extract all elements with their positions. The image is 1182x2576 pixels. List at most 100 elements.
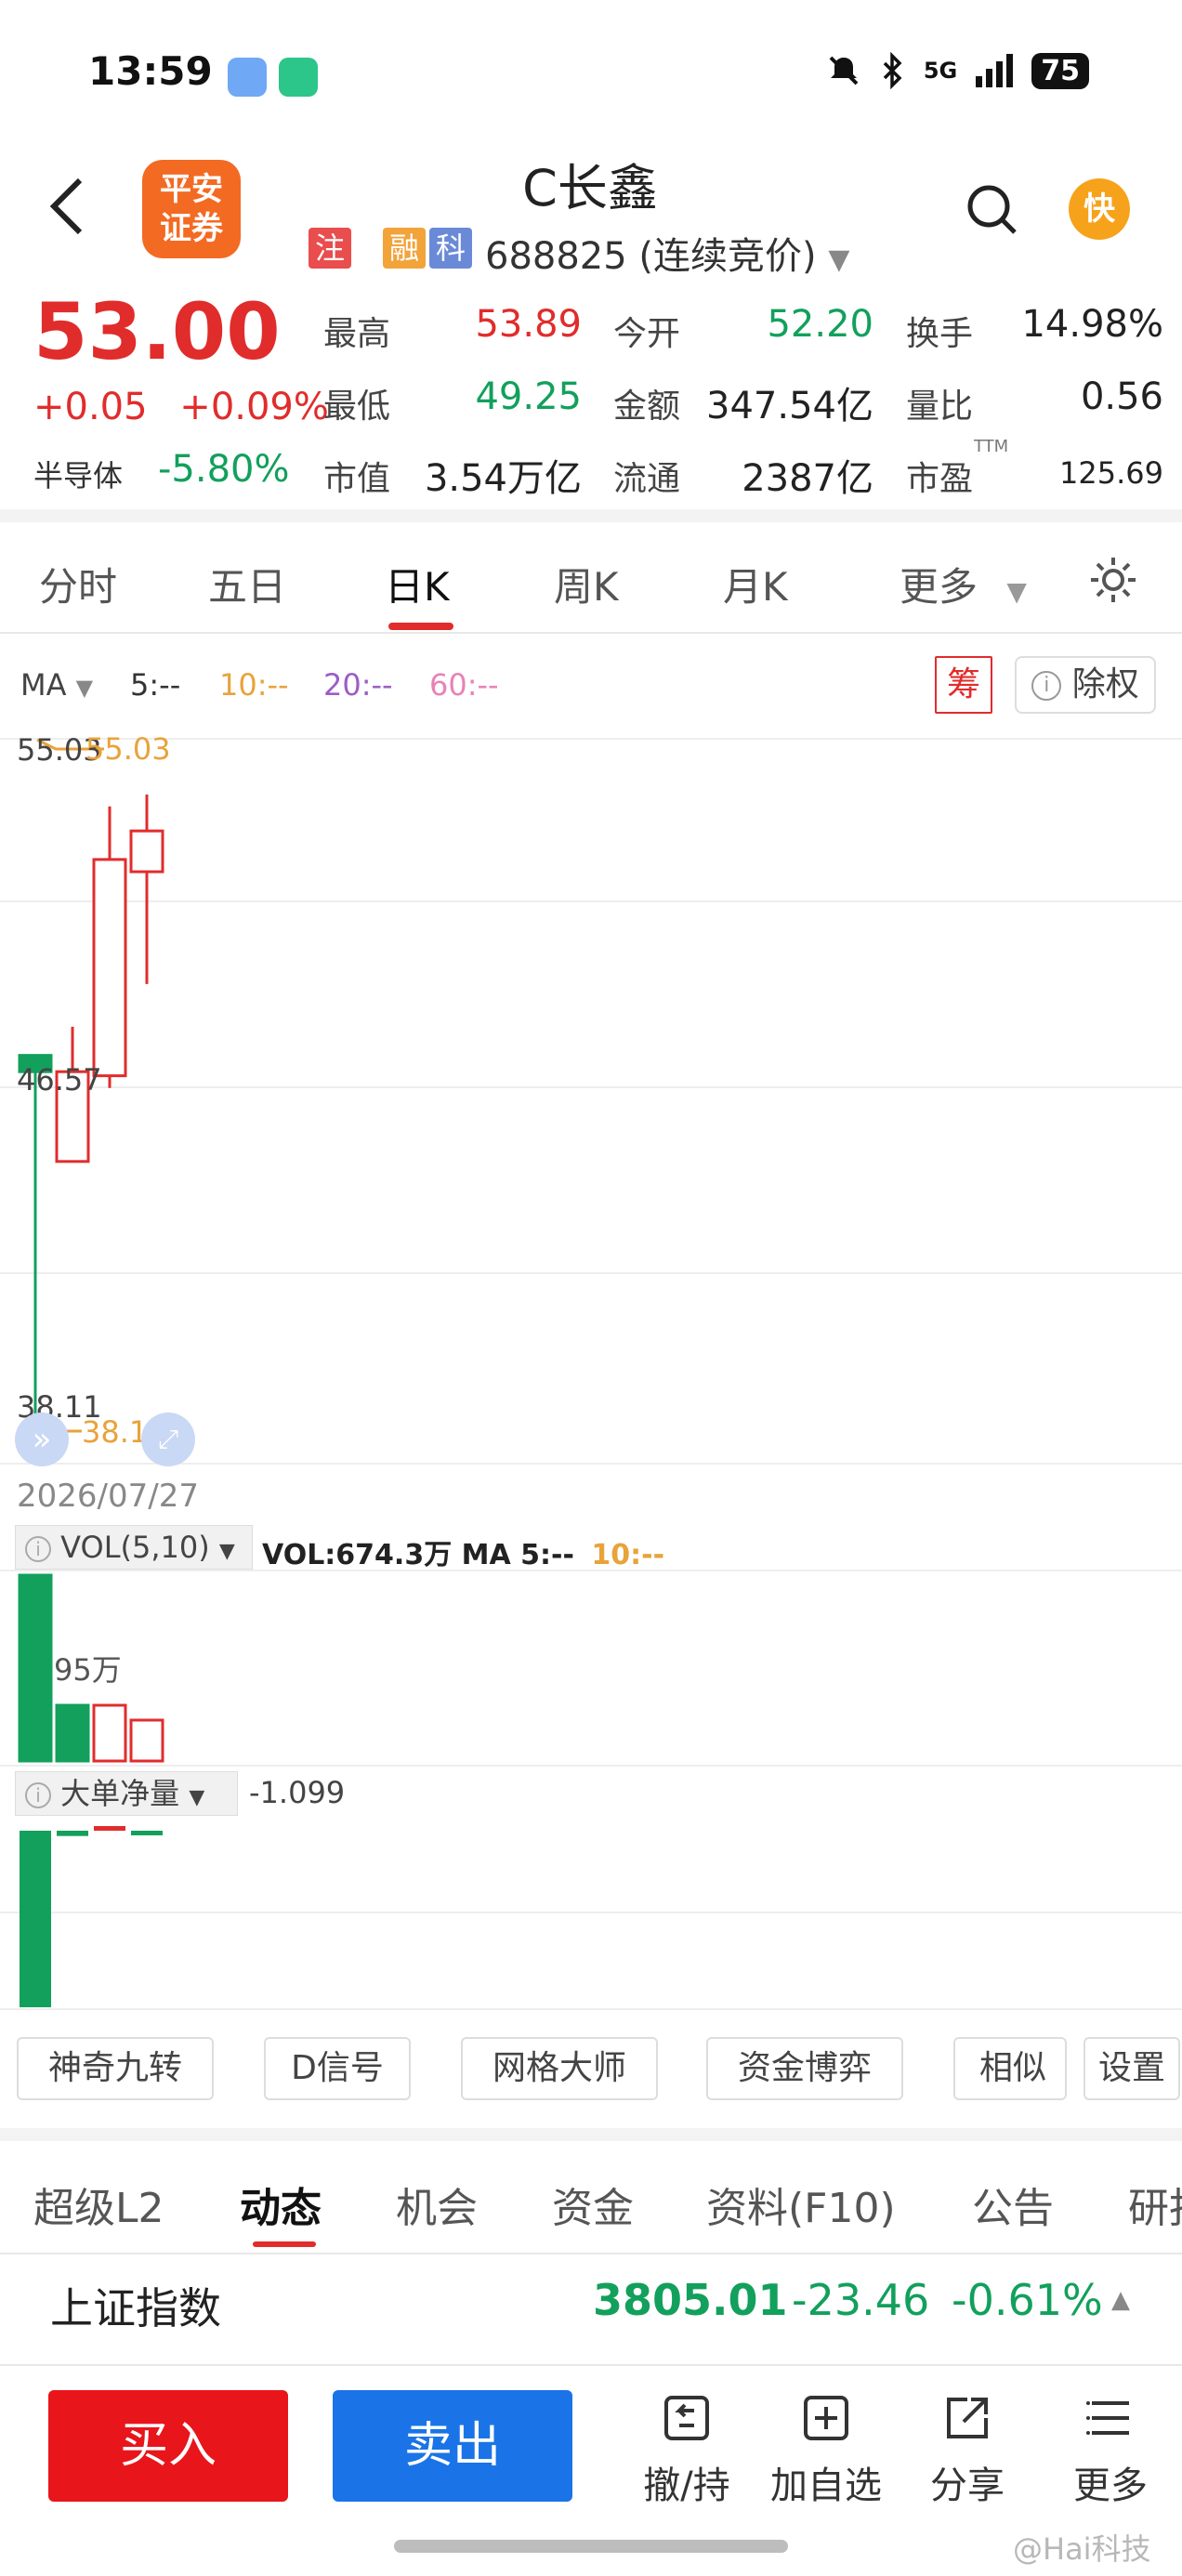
tool-button[interactable]: D信号 bbox=[264, 2037, 411, 2100]
menu-icon bbox=[1086, 2401, 1129, 2435]
tool-button[interactable]: 相似K bbox=[953, 2037, 1067, 2100]
flow-layer bbox=[20, 1826, 163, 2007]
tab-rik[interactable]: 日K bbox=[385, 556, 450, 612]
expand-left-button[interactable]: » bbox=[15, 1413, 69, 1466]
tab-level2[interactable]: 超级L2 bbox=[33, 2175, 164, 2234]
chevron-down-icon: ▼ bbox=[218, 1540, 235, 1563]
y-axis-mid-label: 46.57 bbox=[17, 1062, 102, 1097]
undo-icon bbox=[664, 2396, 709, 2440]
chevron-down-icon: ▼ bbox=[75, 675, 94, 701]
chip-distribution-button[interactable]: 筹 bbox=[935, 656, 992, 714]
volume-bar bbox=[18, 1573, 53, 1763]
volume-indicator-selector[interactable]: i VOL(5,10) ▼ bbox=[15, 1525, 253, 1570]
candle-body bbox=[92, 858, 127, 1078]
bluetooth-icon bbox=[883, 52, 902, 89]
stock-code-status[interactable]: 688825 (连续竞价) ▼ bbox=[485, 226, 849, 280]
tab-yuek[interactable]: 月K bbox=[723, 556, 788, 612]
quote-label: 金额 bbox=[613, 388, 681, 426]
quote-label: 市值 bbox=[323, 460, 391, 498]
chart-date: 2026/07/27 bbox=[17, 1478, 199, 1515]
chevron-left-icon bbox=[49, 177, 83, 235]
adjust-label: 除权 bbox=[1071, 665, 1139, 703]
max-price-label: 55.03 bbox=[85, 731, 171, 767]
tab-fenshi[interactable]: 分时 bbox=[39, 556, 117, 612]
tool-settings-button[interactable]: 设置 bbox=[1084, 2037, 1180, 2100]
tab-zijin[interactable]: 资金 bbox=[552, 2175, 634, 2234]
divider bbox=[0, 632, 1182, 634]
tab-jihui[interactable]: 机会 bbox=[396, 2175, 478, 2234]
search-button[interactable] bbox=[965, 182, 1020, 238]
share-icon bbox=[947, 2398, 988, 2438]
index-name[interactable]: 上证指数 bbox=[50, 2275, 221, 2336]
ma-selector[interactable]: MA ▼ bbox=[20, 667, 93, 703]
netflow-bar bbox=[94, 1826, 125, 1831]
change-value: +0.05 bbox=[33, 386, 148, 428]
quote-label: 最低 bbox=[323, 388, 391, 426]
chevron-down-icon: ▼ bbox=[828, 243, 850, 276]
trading-status: (连续竞价) bbox=[638, 235, 817, 278]
volume-bar bbox=[55, 1703, 90, 1763]
tab-yanbao[interactable]: 研报 bbox=[1128, 2175, 1182, 2234]
chevron-down-icon: ▼ bbox=[1006, 576, 1027, 607]
tab-dongtai[interactable]: 动态 bbox=[240, 2175, 322, 2234]
share-button[interactable]: 分享 bbox=[907, 2390, 1028, 2509]
chevron-up-icon[interactable]: ▲ bbox=[1111, 2286, 1130, 2314]
index-change-percent: -0.61% bbox=[952, 2275, 1103, 2325]
tool-button[interactable]: 神奇九转 bbox=[17, 2037, 214, 2100]
divider bbox=[0, 2364, 1182, 2366]
netflow-indicator-selector[interactable]: i 大单净量 ▼ bbox=[15, 1771, 238, 1816]
adjust-button[interactable]: i 除权 bbox=[1015, 656, 1156, 714]
tool-button[interactable]: 网格大师 bbox=[461, 2037, 658, 2100]
weather-icon bbox=[228, 58, 267, 97]
tab-ziliao[interactable]: 资料(F10) bbox=[706, 2175, 896, 2234]
ma60-value: 60:-- bbox=[429, 667, 499, 703]
kuai-button[interactable]: 快 bbox=[1069, 178, 1130, 240]
volume-bar bbox=[129, 1718, 164, 1763]
tab-zhouk[interactable]: 周K bbox=[554, 556, 619, 612]
quote-value: 53.89 bbox=[475, 303, 582, 346]
volume-ma5: MA 5:-- bbox=[461, 1539, 574, 1571]
mute-icon bbox=[829, 56, 859, 85]
add-watchlist-button[interactable]: 加自选 bbox=[766, 2390, 886, 2509]
action-label: 加自选 bbox=[770, 2464, 882, 2507]
info-icon: i bbox=[25, 1782, 51, 1808]
kline-chart[interactable] bbox=[0, 716, 1182, 2035]
sector-label[interactable]: 半导体 bbox=[33, 453, 123, 495]
sell-button[interactable]: 卖出 bbox=[333, 2390, 572, 2502]
quote-value: 125.69 bbox=[1059, 455, 1163, 491]
broker-logo[interactable]: 平安证券 bbox=[142, 160, 241, 258]
ttm-label: TTM bbox=[974, 437, 1009, 456]
cancel-hold-button[interactable]: 撤/持 bbox=[626, 2390, 747, 2509]
tab-underline bbox=[388, 623, 453, 630]
back-button[interactable] bbox=[45, 169, 100, 243]
volume-bar bbox=[92, 1703, 127, 1763]
candle-body bbox=[129, 829, 164, 874]
quote-label: 最高 bbox=[323, 315, 391, 353]
quote-value: 0.56 bbox=[1080, 375, 1163, 418]
signal-icon bbox=[976, 54, 1014, 87]
tab-wuri[interactable]: 五日 bbox=[208, 556, 286, 612]
price-change: +0.05 +0.09% bbox=[33, 386, 329, 428]
broker-logo-text: 平安证券 bbox=[160, 171, 223, 247]
index-change: -23.46 bbox=[792, 2275, 930, 2325]
quote-value: 14.98% bbox=[1021, 303, 1163, 346]
chart-grid bbox=[0, 738, 1182, 2010]
quote-value: 2387亿 bbox=[742, 457, 873, 500]
action-label: 分享 bbox=[930, 2464, 1005, 2507]
chart-settings-button[interactable] bbox=[1087, 554, 1139, 610]
tab-gonggao[interactable]: 公告 bbox=[972, 2175, 1054, 2234]
tab-more[interactable]: 更多 ▼ bbox=[900, 556, 1027, 612]
home-indicator[interactable] bbox=[394, 2540, 788, 2553]
status-time: 13:59 bbox=[88, 48, 213, 94]
change-percent: +0.09% bbox=[179, 386, 329, 428]
fullscreen-button[interactable]: ⤢ bbox=[141, 1413, 195, 1466]
ma-label: MA bbox=[20, 667, 67, 703]
watermark: @Hai科技 bbox=[1013, 2531, 1151, 2567]
current-price: 53.00 bbox=[33, 286, 281, 377]
gear-icon bbox=[1091, 558, 1136, 602]
index-value: 3805.01 bbox=[593, 2275, 788, 2325]
tool-button[interactable]: 资金博弈 bbox=[706, 2037, 903, 2100]
more-button[interactable]: 更多 bbox=[1050, 2390, 1171, 2509]
quote-label: 今开 bbox=[613, 315, 681, 353]
buy-button[interactable]: 买入 bbox=[48, 2390, 288, 2502]
